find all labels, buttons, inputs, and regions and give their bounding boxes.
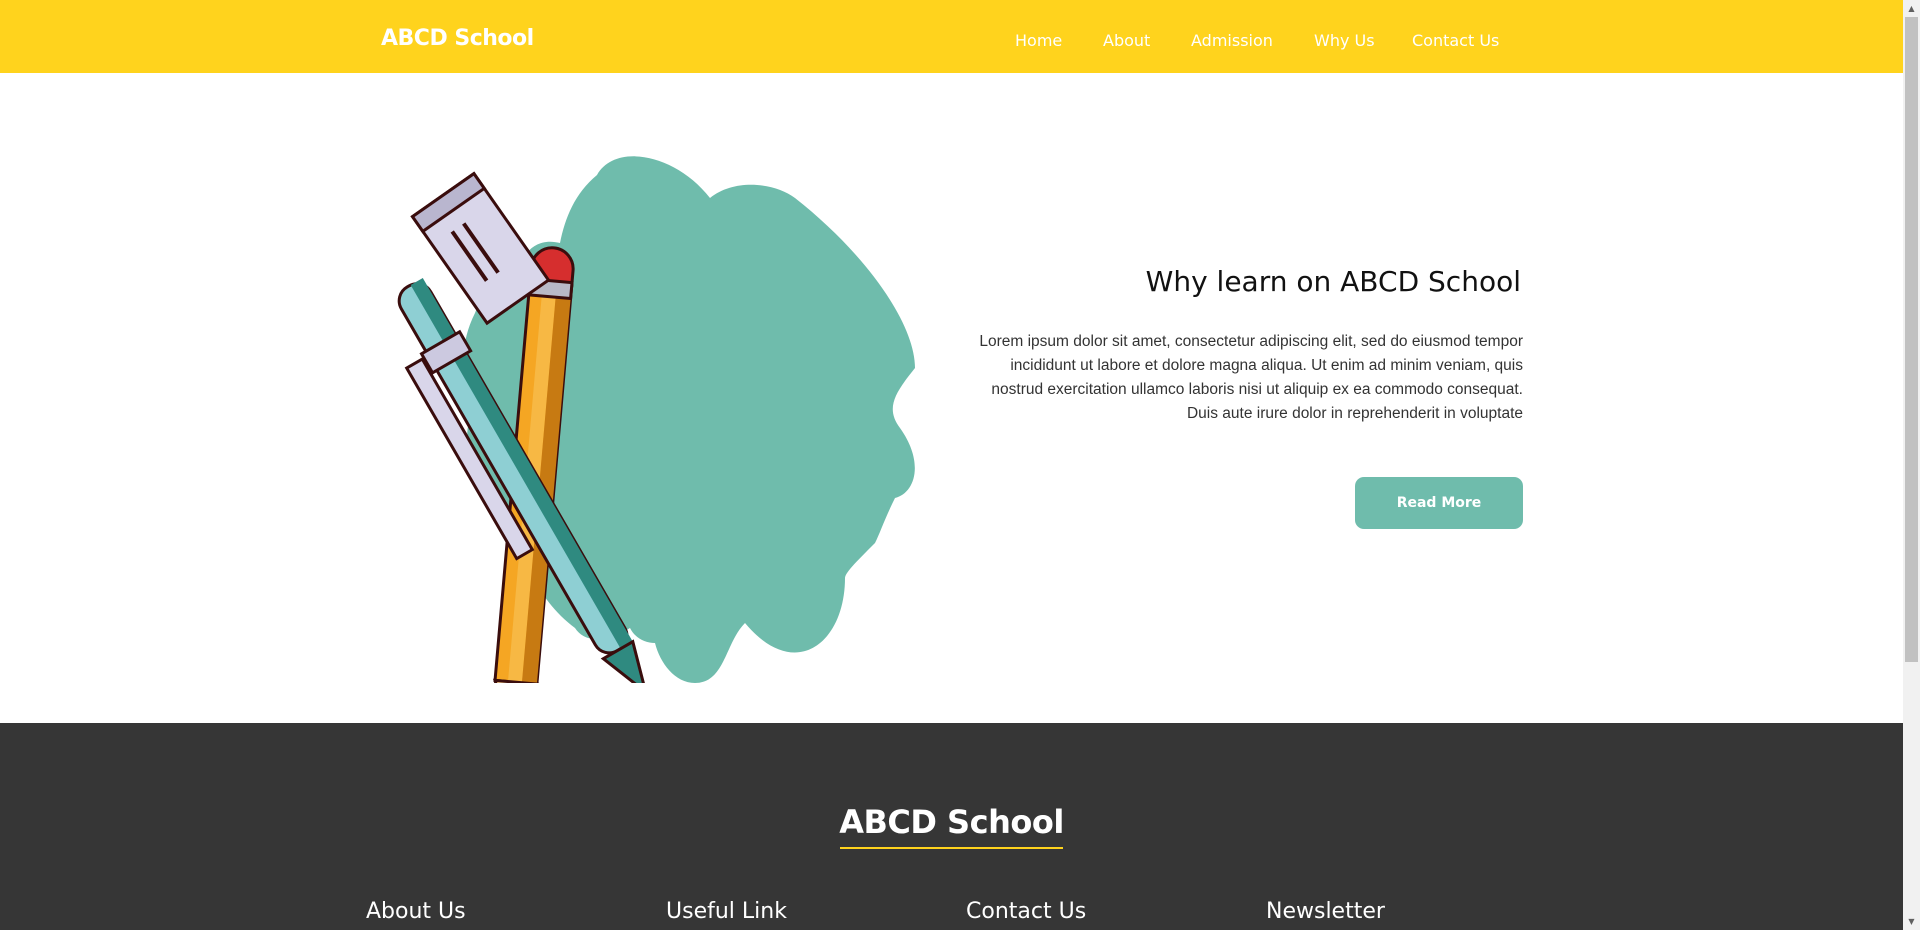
hero-description: Lorem ipsum dolor sit amet, consectetur …: [979, 333, 1523, 422]
nav-admission[interactable]: Admission: [1191, 31, 1273, 50]
footer-heading-about-us: About Us: [366, 899, 466, 924]
scrollbar-thumb[interactable]: [1905, 17, 1918, 662]
footer-logo-underline: [840, 847, 1063, 849]
scroll-down-arrow-icon[interactable]: ▼: [1903, 913, 1920, 930]
nav-home[interactable]: Home: [1015, 31, 1062, 50]
pencil-and-pen-icon: [397, 156, 915, 683]
footer-heading-useful-link: Useful Link: [666, 899, 787, 924]
hero-section: Why learn on ABCD School Lorem ipsum dol…: [0, 73, 1903, 723]
vertical-scrollbar[interactable]: ▲ ▼: [1903, 0, 1920, 930]
footer-heading-contact-us: Contact Us: [966, 899, 1087, 924]
hero-title: Why learn on ABCD School: [1145, 265, 1521, 298]
read-more-button[interactable]: Read More: [1355, 477, 1523, 529]
top-header: ABCD School Home About Admission Why Us …: [0, 0, 1903, 73]
nav-about[interactable]: About: [1103, 31, 1150, 50]
nav-contact-us[interactable]: Contact Us: [1412, 31, 1499, 50]
page: ABCD School Home About Admission Why Us …: [0, 0, 1903, 930]
footer-logo[interactable]: ABCD School: [0, 803, 1903, 841]
main-nav: Home About Admission Why Us Contact Us: [0, 31, 1903, 55]
nav-why-us[interactable]: Why Us: [1314, 31, 1375, 50]
footer-heading-newsletter: Newsletter: [1266, 899, 1385, 924]
scroll-up-arrow-icon[interactable]: ▲: [1903, 0, 1920, 17]
site-footer: ABCD School About Us Useful Link Contact…: [0, 723, 1903, 930]
